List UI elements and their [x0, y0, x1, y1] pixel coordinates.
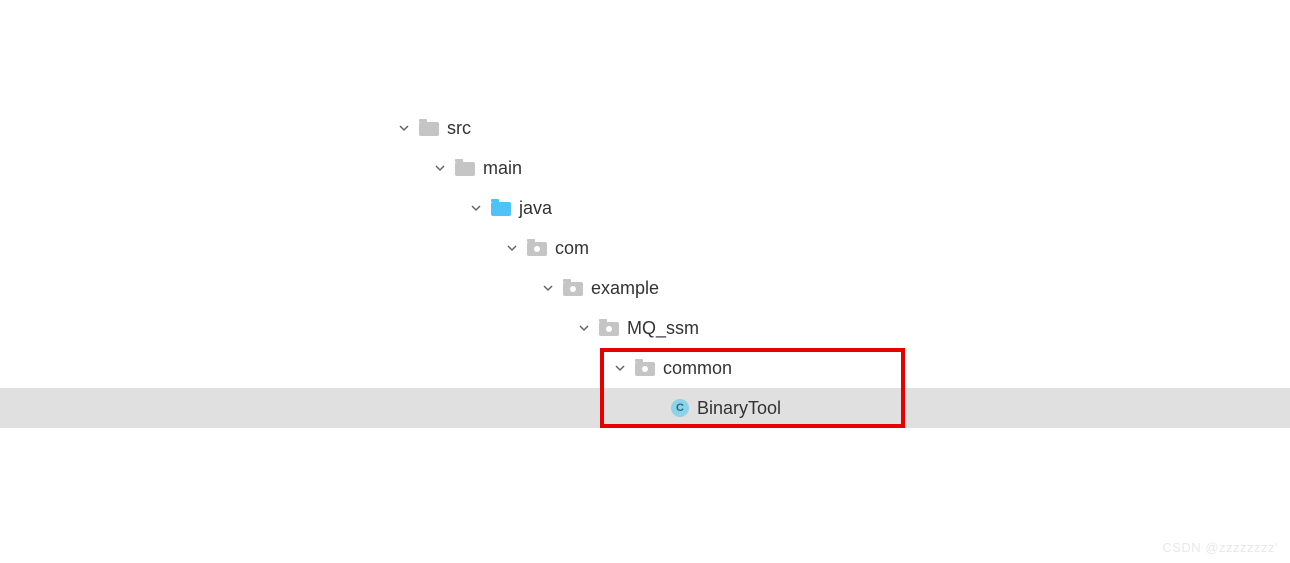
tree-node-main[interactable]: main [395, 148, 1290, 188]
tree-label: example [591, 278, 659, 299]
package-icon [527, 240, 547, 256]
chevron-down-icon[interactable] [467, 199, 485, 217]
watermark: CSDN @zzzzzzzz' [1162, 540, 1278, 555]
source-folder-icon [491, 200, 511, 216]
chevron-down-icon[interactable] [503, 239, 521, 257]
tree-label: BinaryTool [697, 398, 781, 419]
class-icon: C [671, 399, 689, 417]
project-tree: src main java com example MQ_ssm [0, 0, 1290, 428]
chevron-down-icon[interactable] [539, 279, 557, 297]
chevron-down-icon[interactable] [611, 359, 629, 377]
tree-node-src[interactable]: src [395, 108, 1290, 148]
chevron-down-icon[interactable] [431, 159, 449, 177]
folder-icon [419, 120, 439, 136]
selection-highlight [0, 388, 1290, 428]
tree-label: main [483, 158, 522, 179]
tree-label: src [447, 118, 471, 139]
tree-node-java[interactable]: java [395, 188, 1290, 228]
chevron-down-icon[interactable] [395, 119, 413, 137]
tree-node-com[interactable]: com [395, 228, 1290, 268]
tree-label: com [555, 238, 589, 259]
tree-label: java [519, 198, 552, 219]
tree-node-common[interactable]: common [395, 348, 1290, 388]
tree-label: common [663, 358, 732, 379]
tree-node-example[interactable]: example [395, 268, 1290, 308]
tree-label: MQ_ssm [627, 318, 699, 339]
tree-node-binary-tool[interactable]: C BinaryTool [395, 388, 1290, 428]
package-icon [563, 280, 583, 296]
folder-icon [455, 160, 475, 176]
package-icon [635, 360, 655, 376]
package-icon [599, 320, 619, 336]
chevron-down-icon[interactable] [575, 319, 593, 337]
tree-node-mq-ssm[interactable]: MQ_ssm [395, 308, 1290, 348]
